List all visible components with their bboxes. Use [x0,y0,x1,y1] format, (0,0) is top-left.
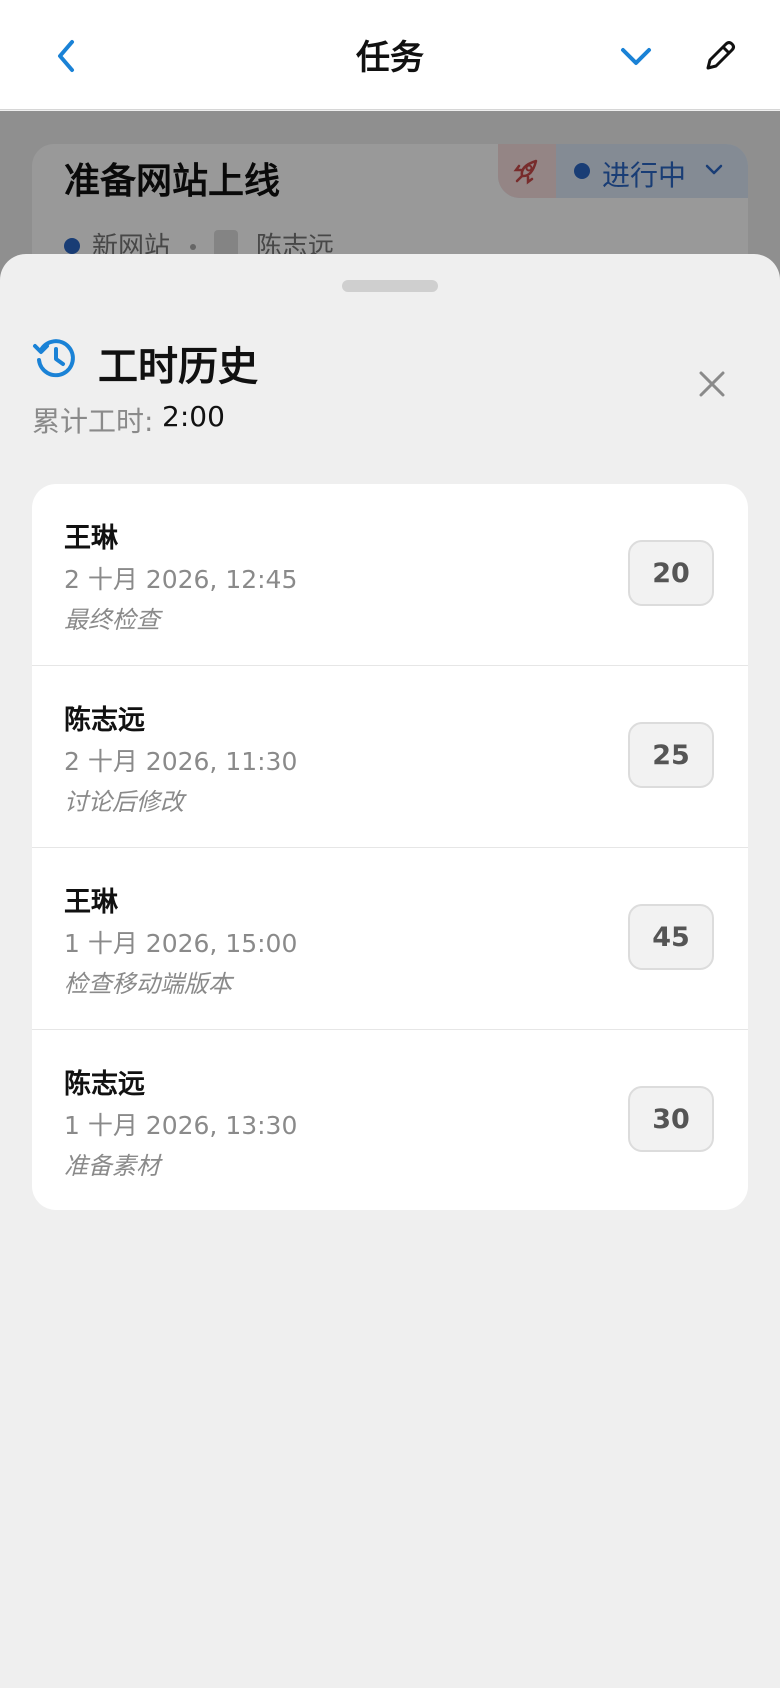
entry-note: 检查移动端版本 [64,970,232,998]
page-title: 任务 [356,38,424,78]
entry-minutes-badge: 20 [628,540,714,606]
sheet-grabber[interactable] [342,280,438,292]
entry-user: 王琳 [64,887,118,918]
entry-note: 讨论后修改 [64,788,184,816]
edit-button[interactable] [698,34,742,78]
entry-minutes-badge: 25 [628,722,714,788]
sheet-title: 工时历史 [98,344,258,390]
total-hours-label: 累计工时: [32,405,154,438]
close-icon [699,371,725,397]
list-item[interactable]: 陈志远 1 十月 2026, 13:30 准备素材 30 [32,1030,748,1210]
entry-user: 陈志远 [64,1069,145,1100]
pencil-icon [706,41,735,70]
entry-minutes-badge: 45 [628,904,714,970]
more-options-button[interactable] [614,34,658,78]
close-button[interactable] [690,362,734,406]
time-history-sheet: 工时历史 累计工时: 2:00 王琳 2 十月 2026, 12:45 最终检查… [0,254,780,1688]
entry-user: 陈志远 [64,705,145,736]
entry-datetime: 1 十月 2026, 13:30 [64,1111,298,1140]
time-entry-list: 王琳 2 十月 2026, 12:45 最终检查 20 陈志远 2 十月 202… [32,484,748,1210]
entry-datetime: 2 十月 2026, 12:45 [64,565,298,594]
chevron-down-icon [621,48,651,65]
list-item[interactable]: 王琳 2 十月 2026, 12:45 最终检查 20 [32,484,748,666]
entry-user: 王琳 [64,523,118,554]
entry-datetime: 1 十月 2026, 15:00 [64,929,298,958]
top-navigation-bar: 任务 [0,0,780,110]
entry-note: 准备素材 [64,1152,160,1180]
list-item[interactable]: 陈志远 2 十月 2026, 11:30 讨论后修改 25 [32,666,748,848]
total-hours-value: 2:00 [162,400,225,433]
entry-datetime: 2 十月 2026, 11:30 [64,747,298,776]
list-item[interactable]: 王琳 1 十月 2026, 15:00 检查移动端版本 45 [32,848,748,1030]
entry-minutes-badge: 30 [628,1086,714,1152]
history-clock-icon [33,339,75,378]
entry-note: 最终检查 [64,606,160,634]
